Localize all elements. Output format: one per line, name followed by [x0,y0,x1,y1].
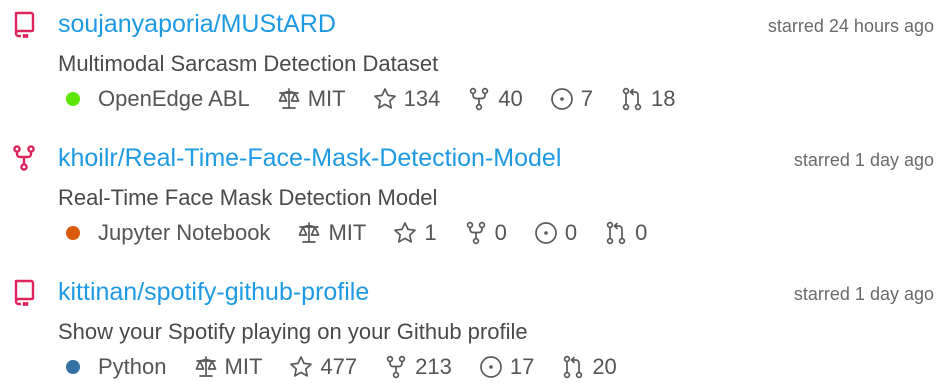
language: OpenEdge ABL [66,86,250,112]
stars-count: 477 [320,354,358,379]
prs-count: 0 [635,220,648,245]
language-color-dot [66,92,80,106]
forks[interactable]: 0 [463,220,507,246]
prs-count: 20 [592,354,617,379]
star-icon [394,222,417,243]
book-repo-icon [10,10,38,38]
forks-count: 213 [415,354,452,379]
repo-name-link[interactable]: kittinan/spotify-github-profile [58,276,369,308]
issues[interactable]: 17 [478,354,534,380]
star-icon [290,356,313,377]
forks-count: 0 [494,220,507,245]
issues-count: 0 [564,220,578,245]
law-icon [299,222,320,243]
repo-name-link[interactable]: soujanyaporia/MUStARD [58,8,336,40]
fork-icon [386,355,406,379]
list-item: soujanyaporia/MUStARD starred 24 hours a… [0,0,936,115]
repo-description: Multimodal Sarcasm Detection Dataset [58,51,439,76]
list-item: khoilr/Real-Time-Face-Mask-Detection-Mod… [0,134,936,249]
repo-name-link[interactable]: khoilr/Real-Time-Face-Mask-Detection-Mod… [58,142,561,174]
license-label: MIT [328,220,367,245]
issues[interactable]: 7 [549,86,593,112]
pull-request-icon [564,355,583,379]
starred-time: starred 24 hours ago [767,16,934,36]
license: MIT [296,220,366,246]
starred-repo-list: soujanyaporia/MUStARD starred 24 hours a… [0,0,936,383]
starred-time: starred 1 day ago [793,284,934,304]
language-color-dot [66,226,80,240]
repo-description: Real-Time Face Mask Detection Model [58,185,438,210]
license-label: MIT [307,86,346,111]
language: Python [66,354,167,380]
fork-icon [466,221,485,245]
stars-count: 1 [424,220,437,245]
law-icon [195,356,216,377]
star-icon [373,88,396,109]
forks-count: 40 [498,86,523,111]
language-label: OpenEdge ABL [98,86,250,111]
license-label: MIT [224,354,263,379]
pull-requests[interactable]: 18 [619,86,676,112]
fork-repo-icon [10,144,38,172]
stars[interactable]: 477 [288,354,357,380]
stars-count: 134 [403,86,441,111]
language: Jupyter Notebook [66,220,270,246]
stars[interactable]: 1 [392,220,437,246]
fork-icon [470,87,489,111]
starred-time: starred 1 day ago [793,150,934,170]
book-repo-icon [10,278,38,306]
issue-icon [550,88,573,110]
license: MIT [193,354,263,380]
pull-request-icon [606,221,626,245]
language-label: Python [98,354,167,379]
language-color-dot [66,360,80,374]
issues-count: 17 [509,354,535,379]
language-label: Jupyter Notebook [98,220,271,245]
forks[interactable]: 40 [466,86,523,112]
repo-meta: Python MIT 477 213 17 20 [66,352,617,382]
forks[interactable]: 213 [383,354,452,380]
stars[interactable]: 134 [372,86,441,112]
repo-description: Show your Spotify playing on your Github… [58,319,528,344]
issues-count: 7 [580,86,594,111]
pull-requests[interactable]: 0 [603,220,647,246]
issues[interactable]: 0 [533,220,577,246]
repo-meta: Jupyter Notebook MIT 1 0 0 0 [66,218,647,248]
list-item: kittinan/spotify-github-profile starred … [0,268,936,383]
issue-icon [479,356,502,378]
prs-count: 18 [651,86,676,111]
pull-requests[interactable]: 20 [560,354,617,380]
pull-request-icon [622,87,642,111]
issue-icon [534,222,557,244]
license: MIT [276,86,346,112]
repo-meta: OpenEdge ABL MIT 134 40 7 18 [66,84,676,114]
law-icon [278,88,300,109]
